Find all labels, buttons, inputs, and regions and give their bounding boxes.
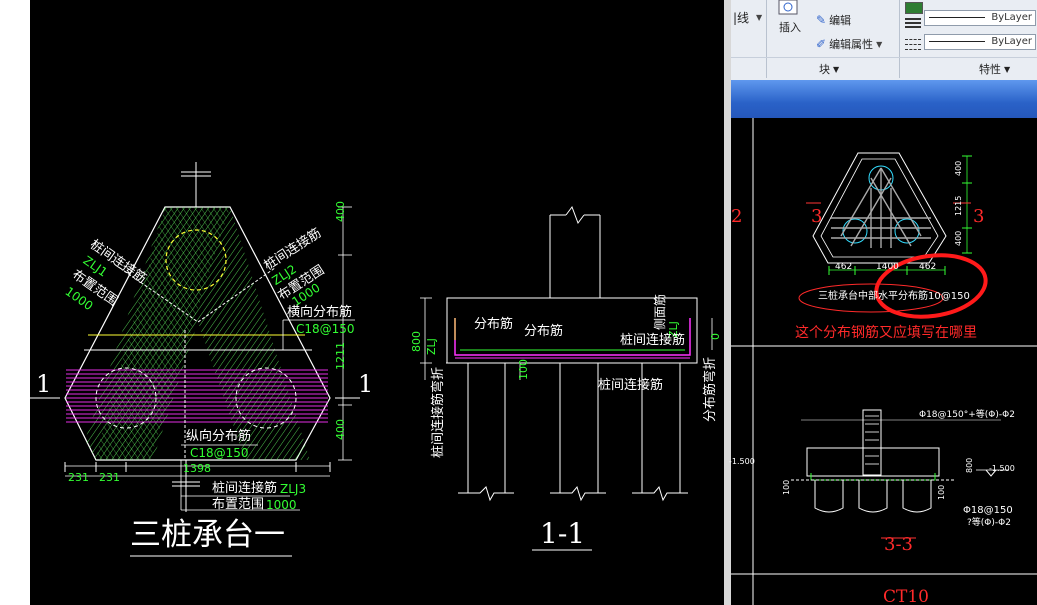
section-title: 1-1 [540,517,586,550]
dim-1211: 1211 [334,342,347,370]
insert-label: 插入 [779,21,801,34]
edit-attributes-label: 编辑属性 [829,38,874,51]
edit-block-button[interactable]: ✎ 编辑 [816,12,851,28]
section-mark-3-left: 3 [811,206,823,227]
section-mark-left: 1 [36,370,52,398]
small-dim-400-a: 400 [954,160,963,176]
ribbon-partial-label[interactable]: |线 [733,12,749,24]
section-zlj-left: ZLJ [425,338,438,355]
grid-mark-2: 2 [731,206,743,227]
zlj3-range-value: 1000 [266,498,297,512]
zlj3-code: ZLJ3 [280,482,307,496]
properties-group-button[interactable]: 特性 ▼ [979,61,1010,77]
chevron-down-icon[interactable]: ▼ [756,14,762,22]
distribution-rebar-note: 三桩承台中部水平分布筋10@150 [818,291,970,302]
section-mark-3-right: 3 [973,206,985,227]
annotation-question: 这个分布钢筋又应填写在哪里 [795,325,977,341]
linetype-icon [905,36,921,50]
chevron-down-icon: ▼ [1004,64,1011,74]
lineweight-dropdown[interactable]: ByLayer [924,10,1036,26]
section-dim-100: 100 [517,359,530,380]
section-dist-label-1: 分布筋 [474,317,514,332]
zlj3-label: 桩间连接筋 [212,481,278,496]
dim-400-top: 400 [334,201,347,222]
dim-400-bottom: 400 [334,419,347,440]
section-left-vertical-label: 桩间连接筋弯折 [431,366,446,458]
edit-block-icon: ✎ [816,13,827,27]
elevation-left: -1.500 [729,457,755,466]
transverse-rebar-spec: C18@150 [296,322,355,336]
reference-drawing-graphics [731,118,1037,605]
edit-attributes-icon: ✐ [816,37,827,51]
longitudinal-rebar-spec: C18@150 [190,446,249,460]
section-mark-right: 1 [358,370,374,398]
right-drawing-viewport[interactable]: 2 3 3 400 1215 400 462 1400 462 三桩承台中部水平… [729,118,1037,605]
chevron-down-icon: ▼ [876,39,883,49]
cad-workspace: 桩间连接筋 ZLJ1 布置范围 1000 桩间连接筋 ZLJ2 布置范围 100… [0,0,1037,605]
block-group-button[interactable]: 块 ▼ [819,61,839,77]
linetype-dropdown[interactable]: ByLayer [924,34,1036,50]
rebar-note-3: ?等(Φ)-Φ2 [967,518,1011,528]
small-dim-462-b: 462 [919,262,937,272]
small-dim-400-b: 400 [954,230,963,246]
linetype-value: ByLayer [991,36,1032,47]
edit-attributes-button[interactable]: ✐ 编辑属性 ▼ [816,36,882,52]
section-dim-800-right: 800 [965,457,974,473]
section-3-3-label: 3-3 [884,534,913,555]
viewport-divider[interactable] [724,0,731,605]
chevron-down-icon: ▼ [833,64,840,74]
block-group-label: 块 [819,63,830,76]
section-dim-100-a: 100 [782,479,791,495]
small-dim-1400: 1400 [876,262,899,272]
dim-231-b: 231 [99,471,120,484]
section-dim-100-b: 100 [937,484,946,500]
insert-block-icon [778,0,798,15]
plan-title: 三桩承台一 [130,517,285,553]
small-dim-1215: 1215 [954,195,963,216]
lineweight-value: ByLayer [991,12,1032,23]
section-side-face-label: 侧面筋 [653,293,667,330]
cap-tag-label: CT10 [883,587,929,605]
drawing-window-titlebar[interactable] [731,80,1037,118]
section-conn-label-1: 桩间连接筋 [620,333,686,348]
section-conn-label-2: 桩间连接筋 [598,378,664,393]
section-dim-0: 0 [709,333,722,340]
section-dist-label-2: 分布筋 [524,324,564,339]
lineweight-icon [905,16,921,30]
zlj3-range: 布置范围 [212,497,265,512]
rebar-note-2: Φ18@150 [963,505,1013,516]
elevation-right: -1.500 [989,464,1015,473]
dim-1398: 1398 [183,462,211,475]
edit-label: 编辑 [829,14,852,27]
color-swatch[interactable] [905,2,923,14]
section-dim-800: 800 [410,331,423,352]
transverse-rebar-label: 横向分布筋 [287,305,353,320]
properties-group-label: 特性 [979,63,1001,76]
longitudinal-rebar-label: 纵向分布筋 [186,429,252,444]
rebar-note-1: Φ18@150°+等(Φ)-Φ2 [919,410,1015,420]
section-right-vertical-label: 分布筋弯折 [703,356,718,422]
insert-block-button[interactable]: 插入 [773,0,809,40]
left-drawing-viewport[interactable]: 桩间连接筋 ZLJ1 布置范围 1000 桩间连接筋 ZLJ2 布置范围 100… [0,0,724,605]
small-dim-462-a: 462 [835,262,853,272]
ribbon-panel: |线 ▼ 插入 ✎ 编辑 ✐ 编辑属性 ▼ ByLayer ByLayer 块 … [731,0,1037,81]
dim-231-a: 231 [68,471,89,484]
